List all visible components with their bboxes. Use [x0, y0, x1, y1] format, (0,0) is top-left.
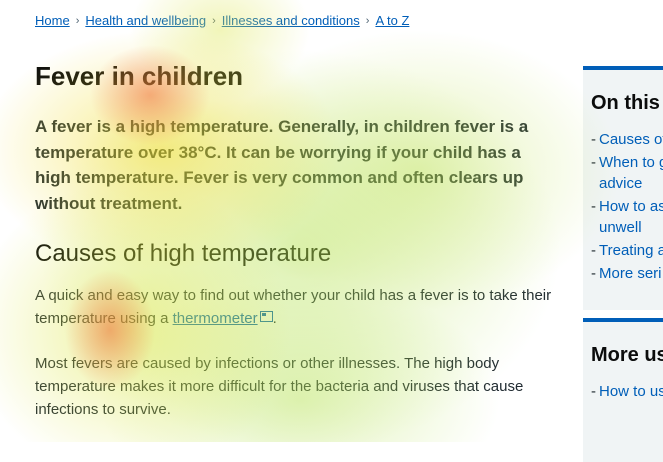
list-item[interactable]: - How to as unwell [591, 196, 663, 238]
on-this-page-link[interactable]: How to as unwell [599, 196, 663, 238]
body-paragraph-2: Most fevers are caused by infections or … [35, 355, 524, 418]
on-this-page-link[interactable]: Treating a [599, 240, 663, 261]
list-item[interactable]: - More seri [591, 263, 663, 284]
body-paragraph-1-end: . [272, 310, 277, 327]
on-this-page-panel: On this p -Causes of -When to g advice -… [583, 66, 663, 310]
thermometer-link[interactable]: thermometer [173, 310, 258, 327]
main-content: Fever in children A fever is a high temp… [35, 58, 555, 421]
section-heading: Causes of high temperature [35, 240, 332, 267]
chevron-right-icon: › [212, 14, 216, 27]
breadcrumb: Home › Health and wellbeing › Illnesses … [35, 13, 409, 28]
breadcrumb-home-link[interactable]: Home [35, 13, 70, 28]
more-useful-title: More us [591, 344, 663, 366]
more-useful-list: - How to us [591, 381, 663, 402]
chevron-right-icon: › [75, 14, 80, 27]
chevron-right-icon: › [365, 14, 370, 27]
on-this-page-link[interactable]: More seri [599, 263, 662, 284]
external-link-icon[interactable] [259, 311, 273, 322]
list-item[interactable]: -When to g advice [591, 152, 663, 194]
breadcrumb-illnesses-link[interactable]: Illnesses and conditions [222, 13, 360, 28]
body-paragraph-1: A quick and easy way to find out whether… [35, 284, 555, 330]
on-this-page-title: On this p [591, 92, 663, 114]
page-title: Fever in children [35, 61, 244, 91]
list-item[interactable]: - How to us [591, 381, 663, 402]
list-item[interactable]: - Treating a [591, 240, 663, 261]
on-this-page-link[interactable]: Causes of [599, 129, 663, 150]
on-this-page-list: -Causes of -When to g advice -How to as … [591, 129, 663, 284]
lead-paragraph: A fever is a high temperature. Generally… [35, 117, 529, 213]
more-useful-panel: More us - How to us [583, 318, 663, 462]
more-useful-link[interactable]: How to us [599, 381, 663, 402]
list-item[interactable]: - Causes of [591, 129, 663, 150]
body-paragraph-1-text: A quick and easy way to find out whether… [35, 287, 552, 327]
breadcrumb-health-link[interactable]: Health and wellbeing [85, 13, 206, 28]
breadcrumb-a-to-z-link[interactable]: A to Z [375, 13, 409, 28]
on-this-page-link[interactable]: When to g advice [599, 152, 663, 194]
